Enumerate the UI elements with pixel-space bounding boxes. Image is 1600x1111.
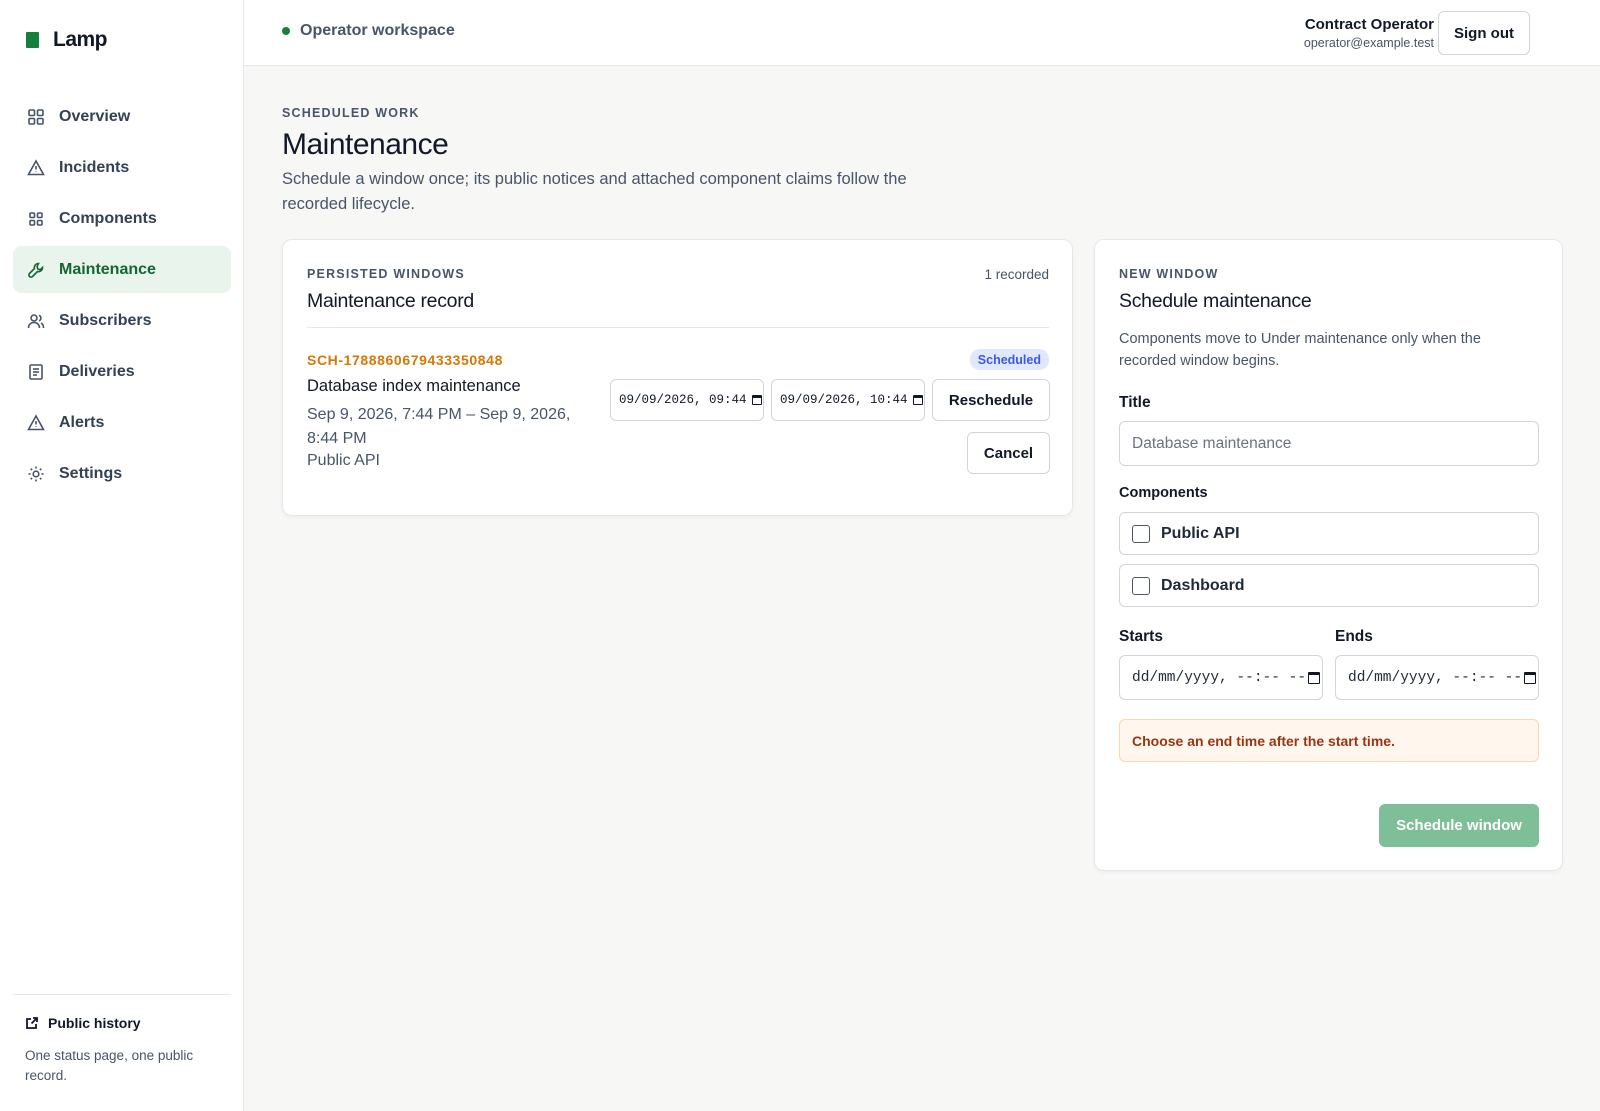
sidebar-item-label: Alerts bbox=[59, 413, 105, 431]
form-title: Schedule maintenance bbox=[1119, 290, 1312, 312]
sidebar-item-label: Incidents bbox=[59, 158, 130, 176]
sidebar: Lamp Overview Incidents Components Maint… bbox=[0, 0, 244, 1111]
sidebar-item-maintenance[interactable]: Maintenance bbox=[13, 246, 231, 293]
user-email: operator@example.test bbox=[1303, 36, 1434, 50]
component-option-public-api[interactable]: Public API bbox=[1119, 512, 1539, 555]
sidebar-footer: Public history One status page, one publ… bbox=[13, 994, 231, 1086]
title-label: Title bbox=[1119, 394, 1151, 411]
checkbox[interactable] bbox=[1132, 576, 1150, 595]
page-title: Maintenance bbox=[282, 128, 449, 161]
component-option-dashboard[interactable]: Dashboard bbox=[1119, 564, 1539, 607]
sidebar-item-label: Deliveries bbox=[59, 362, 135, 380]
users-icon bbox=[27, 312, 45, 330]
validation-error: Choose an end time after the start time. bbox=[1119, 719, 1539, 762]
component-option-label: Dashboard bbox=[1161, 576, 1245, 594]
sidebar-item-deliveries[interactable]: Deliveries bbox=[13, 348, 231, 395]
topbar: Operator workspace Contract Operator ope… bbox=[244, 0, 1600, 66]
grid-icon bbox=[27, 108, 45, 126]
calendar-icon bbox=[1524, 671, 1537, 684]
user-info: Contract Operator operator@example.test bbox=[1304, 16, 1434, 50]
new-window-card: New window Schedule maintenance Componen… bbox=[1094, 239, 1563, 871]
sidebar-nav: Overview Incidents Components Maintenanc… bbox=[13, 93, 231, 501]
starts-value: dd/mm/yyyy, --:-- -- bbox=[1132, 669, 1307, 686]
document-icon bbox=[27, 363, 45, 381]
status-badge: Scheduled bbox=[969, 349, 1049, 370]
workspace-indicator: Operator workspace bbox=[282, 22, 455, 40]
record-end-input[interactable]: 09/09/2026, 10:44 bbox=[771, 379, 925, 421]
sidebar-item-label: Maintenance bbox=[59, 260, 156, 278]
sidebar-item-subscribers[interactable]: Subscribers bbox=[13, 297, 231, 344]
brand-logo bbox=[26, 32, 39, 48]
sidebar-item-label: Components bbox=[59, 209, 157, 227]
reschedule-button[interactable]: Reschedule bbox=[932, 379, 1050, 421]
record-end-value: 09/09/2026, 10:44 bbox=[780, 393, 908, 407]
brand-name: Lamp bbox=[53, 28, 108, 51]
warning-icon bbox=[27, 413, 45, 432]
sidebar-item-alerts[interactable]: Alerts bbox=[13, 399, 231, 446]
gear-icon bbox=[27, 465, 45, 483]
components-icon bbox=[27, 210, 45, 228]
sidebar-item-label: Settings bbox=[59, 464, 123, 482]
warning-icon bbox=[27, 158, 45, 177]
record-start-input[interactable]: 09/09/2026, 09:44 bbox=[610, 379, 764, 421]
public-history-link[interactable]: Public history bbox=[25, 1015, 219, 1031]
sidebar-item-label: Overview bbox=[59, 107, 131, 125]
starts-input[interactable]: dd/mm/yyyy, --:-- -- bbox=[1119, 655, 1323, 700]
record-id: SCH-1788860679433350848 bbox=[307, 352, 503, 368]
ends-value: dd/mm/yyyy, --:-- -- bbox=[1348, 669, 1523, 686]
calendar-icon bbox=[1308, 671, 1321, 684]
title-input[interactable] bbox=[1119, 421, 1539, 466]
user-name: Contract Operator bbox=[1304, 16, 1434, 33]
records-title: Maintenance record bbox=[307, 290, 474, 312]
record-title: Database index maintenance bbox=[307, 377, 521, 395]
sidebar-item-settings[interactable]: Settings bbox=[13, 450, 231, 497]
sidebar-item-incidents[interactable]: Incidents bbox=[13, 144, 231, 191]
component-option-label: Public API bbox=[1161, 524, 1240, 542]
public-history-label: Public history bbox=[48, 1015, 141, 1031]
checkbox[interactable] bbox=[1132, 524, 1150, 543]
calendar-icon bbox=[912, 395, 923, 405]
record-time-range: Sep 9, 2026, 7:44 PM – Sep 9, 2026, 8:44… bbox=[307, 406, 571, 447]
external-link-icon bbox=[26, 1017, 38, 1029]
components-label: Components bbox=[1119, 485, 1208, 501]
form-eyebrow: New window bbox=[1119, 267, 1219, 281]
schedule-window-button[interactable]: Schedule window bbox=[1379, 804, 1539, 847]
starts-label: Starts bbox=[1119, 628, 1163, 645]
calendar-icon bbox=[751, 395, 762, 405]
record-start-value: 09/09/2026, 09:44 bbox=[619, 393, 747, 407]
page-eyebrow: Scheduled work bbox=[282, 106, 420, 120]
brand[interactable]: Lamp bbox=[26, 28, 108, 52]
sign-out-button[interactable]: Sign out bbox=[1438, 11, 1530, 55]
sidebar-item-components[interactable]: Components bbox=[13, 195, 231, 242]
workspace-label: Operator workspace bbox=[300, 22, 455, 39]
page-description: Schedule a window once; its public notic… bbox=[282, 170, 907, 213]
sidebar-item-label: Subscribers bbox=[59, 311, 152, 329]
record-component: Public API bbox=[307, 452, 380, 469]
form-description: Components move to Under maintenance onl… bbox=[1119, 331, 1481, 369]
ends-label: Ends bbox=[1335, 628, 1373, 645]
status-dot bbox=[282, 27, 290, 35]
divider bbox=[307, 327, 1049, 328]
cancel-button[interactable]: Cancel bbox=[967, 432, 1050, 474]
wrench-icon bbox=[27, 261, 45, 279]
sidebar-item-overview[interactable]: Overview bbox=[13, 93, 231, 140]
records-eyebrow: Persisted windows bbox=[307, 267, 465, 281]
sidebar-footer-note: One status page, one public record. bbox=[25, 1048, 194, 1083]
records-count: 1 recorded bbox=[984, 267, 1049, 282]
maintenance-records-card: Persisted windows Maintenance record 1 r… bbox=[282, 239, 1073, 516]
ends-input[interactable]: dd/mm/yyyy, --:-- -- bbox=[1335, 655, 1539, 700]
